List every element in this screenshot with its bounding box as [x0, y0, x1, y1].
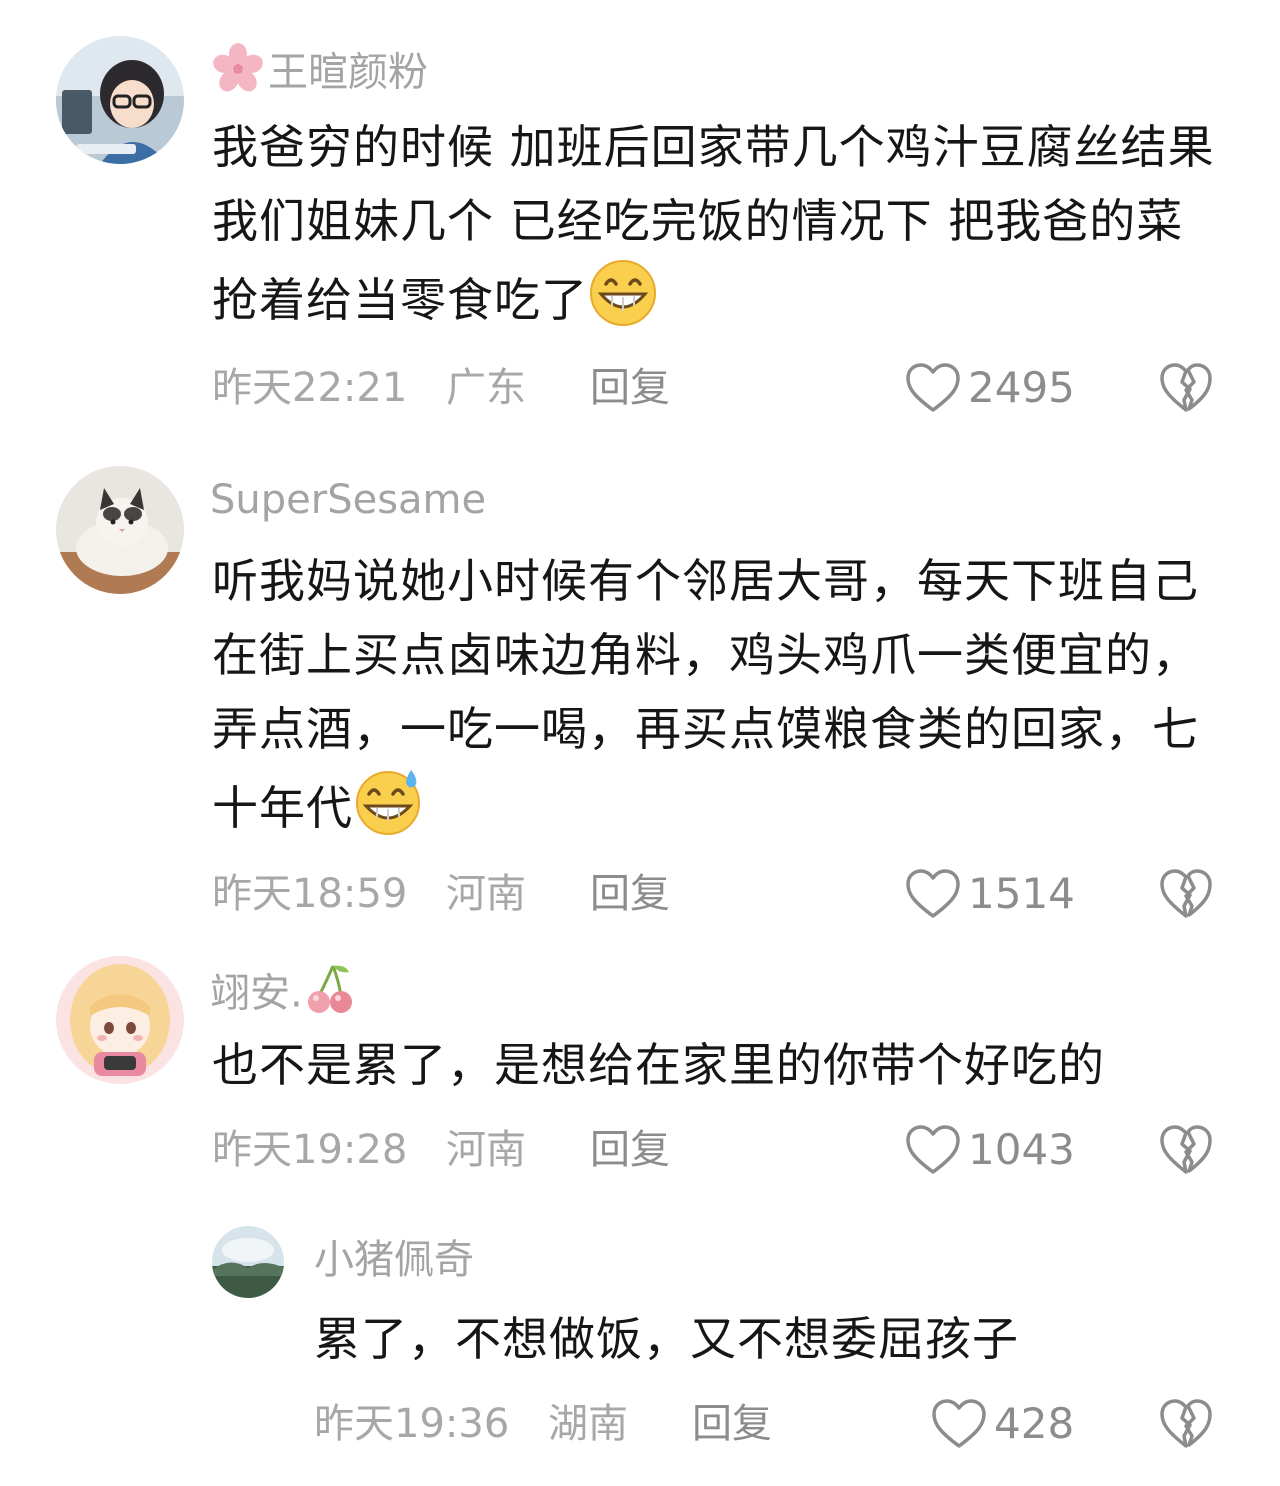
- comment-location: 湖南: [548, 1401, 628, 1447]
- grinning-sweat-icon: [353, 766, 423, 836]
- comment-meta: 昨天22:21 广东: [212, 362, 526, 414]
- username[interactable]: SuperSesame: [210, 474, 486, 526]
- comment-meta: 昨天18:59 河南: [212, 868, 526, 920]
- reply-button[interactable]: 回复: [692, 1398, 772, 1450]
- avatar[interactable]: [212, 1226, 284, 1298]
- comment-meta: 昨天19:28 河南: [212, 1124, 526, 1176]
- cherry-blossom-icon: [212, 42, 264, 107]
- comment-time: 昨天18:59: [212, 871, 408, 917]
- broken-heart-icon: [1160, 1125, 1212, 1174]
- like-count: 1043: [968, 1125, 1075, 1174]
- dislike-button[interactable]: [1158, 1124, 1214, 1176]
- heart-icon: [906, 869, 960, 918]
- comment-location: 广东: [446, 365, 526, 411]
- like-count: 2495: [968, 363, 1075, 412]
- heart-icon: [906, 1125, 960, 1174]
- reply-button[interactable]: 回复: [590, 1124, 670, 1176]
- comment-1: 王暄颜粉 我爸穷的时候 加班后回家带几个鸡汁豆腐丝结果我们姐妹几个 已经吃完饭的…: [0, 0, 1280, 440]
- like-button[interactable]: 2495: [904, 362, 1075, 414]
- avatar[interactable]: [56, 466, 184, 594]
- avatar[interactable]: [56, 36, 184, 164]
- dislike-button[interactable]: [1158, 1398, 1214, 1450]
- grinning-face-icon: [588, 258, 658, 328]
- dislike-button[interactable]: [1158, 362, 1214, 414]
- heart-icon: [932, 1399, 986, 1448]
- like-count: 428: [994, 1399, 1075, 1448]
- comment-text: 也不是累了，是想给在家里的你带个好吃的: [212, 1038, 1105, 1092]
- dislike-button[interactable]: [1158, 868, 1214, 920]
- comment-text: 听我妈说她小时候有个邻居大哥，每天下班自己在街上买点卤味边角料，鸡头鸡爪一类便宜…: [212, 554, 1199, 836]
- username[interactable]: 王暄颜粉: [212, 42, 428, 107]
- username[interactable]: 翊安.: [210, 962, 355, 1029]
- like-button[interactable]: 1514: [904, 868, 1075, 920]
- reply-comment: 小猪佩奇 累了，不想做饭，又不想委屈孩子 昨天19:36 湖南 回复 428: [0, 1210, 1280, 1486]
- comment-time: 昨天19:36: [314, 1401, 510, 1447]
- cherries-icon: [305, 962, 355, 1029]
- broken-heart-icon: [1160, 869, 1212, 918]
- reply-button[interactable]: 回复: [590, 362, 670, 414]
- comment-location: 河南: [446, 871, 526, 917]
- comment-text: 我爸穷的时候 加班后回家带几个鸡汁豆腐丝结果我们姐妹几个 已经吃完饭的情况下 把…: [212, 120, 1215, 328]
- avatar[interactable]: [56, 956, 184, 1084]
- like-count: 1514: [968, 869, 1075, 918]
- broken-heart-icon: [1160, 1399, 1212, 1448]
- like-button[interactable]: 428: [930, 1398, 1074, 1450]
- comment-time: 昨天22:21: [212, 365, 408, 411]
- username-text: 翊安.: [210, 970, 303, 1017]
- comment-meta: 昨天19:36 湖南: [314, 1398, 628, 1450]
- broken-heart-icon: [1160, 363, 1212, 412]
- heart-icon: [906, 363, 960, 412]
- like-button[interactable]: 1043: [904, 1124, 1075, 1176]
- username-text: 王暄颜粉: [268, 49, 428, 96]
- comment-location: 河南: [446, 1127, 526, 1173]
- comment-2: SuperSesame 听我妈说她小时候有个邻居大哥，每天下班自己在街上买点卤味…: [0, 440, 1280, 940]
- comment-time: 昨天19:28: [212, 1127, 408, 1173]
- comment-3: 翊安. 也不是累了，是想给在家里的你带个好吃的 昨天19:28 河南 回复 10…: [0, 940, 1280, 1210]
- comment-text: 累了，不想做饭，又不想委屈孩子: [314, 1312, 1019, 1366]
- reply-button[interactable]: 回复: [590, 868, 670, 920]
- username[interactable]: 小猪佩奇: [314, 1234, 474, 1286]
